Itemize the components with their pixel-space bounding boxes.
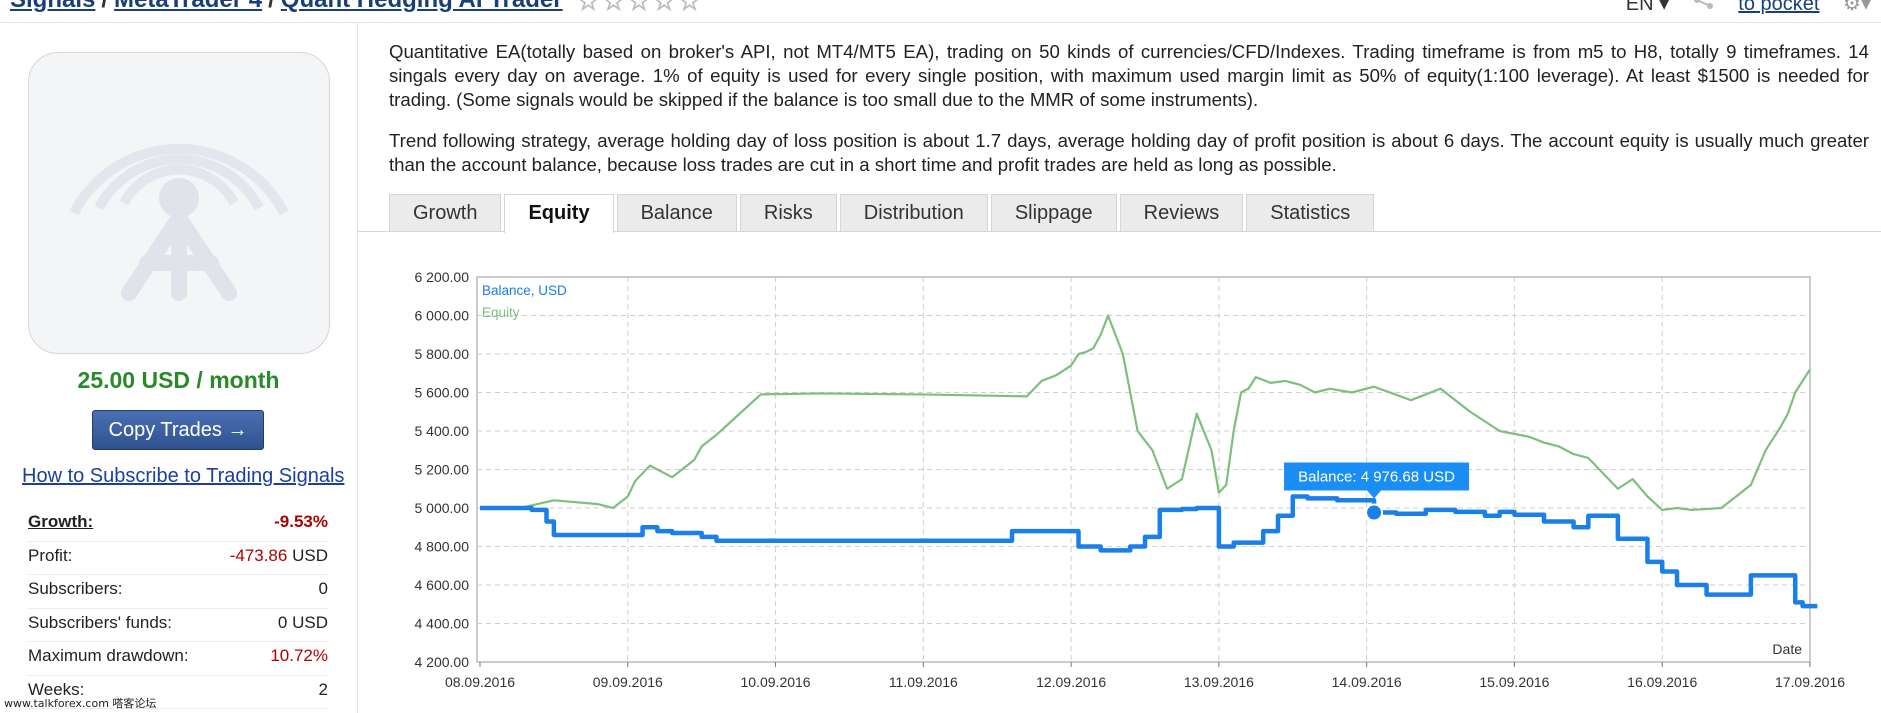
y-tick-label: 5 000.00 [415, 500, 470, 516]
y-tick-label: 5 600.00 [415, 385, 470, 401]
signal-description: Quantitative EA(totally based on broker'… [389, 40, 1869, 194]
stat-value: 0 USD [277, 612, 328, 632]
tooltip-text: Balance: 4 976.68 USD [1298, 468, 1455, 485]
stat-value: -9.53% [274, 512, 328, 531]
stat-label: Subscribers' funds: [28, 612, 173, 632]
x-tick-label: 11.09.2016 [889, 674, 958, 690]
y-tick-label: 5 800.00 [415, 346, 470, 362]
breadcrumb-signals-link[interactable]: Signals [10, 0, 95, 13]
breadcrumb: Signals / MetaTrader 4 / Quant Hedging AI Tr… [10, 0, 703, 17]
stat-value: 10.72% [270, 646, 328, 665]
tooltip-point-marker [1365, 503, 1384, 522]
x-tick-label: 13.09.2016 [1184, 674, 1254, 690]
description-paragraph: Trend following strategy, average holdin… [389, 130, 1869, 175]
breadcrumb-separator: / [268, 0, 275, 13]
top-toolbar: EN ▾ to pocket ⚙▾ [1608, 0, 1871, 16]
breadcrumb-signal-name-link[interactable]: Quant Hedging AI Trader [281, 0, 563, 13]
share-icon[interactable] [1693, 0, 1721, 15]
tab-bar: Growth Equity Balance Risks Distribution… [389, 194, 1377, 233]
signal-tower-icon [69, 143, 289, 301]
stat-label[interactable]: Growth: [28, 508, 93, 541]
tab-slippage[interactable]: Slippage [990, 194, 1117, 231]
stat-value: -473.86 [229, 545, 288, 565]
signal-avatar [28, 52, 330, 354]
stat-value-group: -473.86 USD [230, 542, 328, 575]
y-tick-label: 4 400.00 [415, 616, 470, 632]
to-pocket-link[interactable]: to pocket [1738, 0, 1819, 15]
y-tick-label: 5 400.00 [415, 423, 470, 439]
legend-entry: Balance, USD [482, 283, 567, 298]
description-paragraph: Quantitative EA(totally based on broker'… [389, 41, 1869, 110]
breadcrumb-separator: / [101, 0, 108, 13]
x-tick-label: 10.09.2016 [741, 674, 811, 690]
stat-label: Maximum drawdown: [28, 646, 189, 665]
x-tick-label: 14.09.2016 [1332, 674, 1402, 690]
rating-stars[interactable]: ☆☆☆☆☆ [577, 0, 704, 17]
tab-distribution[interactable]: Distribution [839, 194, 988, 231]
x-tick-label: 12.09.2016 [1036, 674, 1106, 690]
y-tick-label: 4 200.00 [415, 654, 470, 670]
breadcrumb-metatrader-link[interactable]: MetaTrader 4 [114, 0, 262, 13]
x-tick-label: 17.09.2016 [1775, 674, 1845, 690]
stat-value: 2 [318, 679, 328, 699]
stat-unit: USD [292, 545, 328, 565]
legend-entry: Equity [482, 305, 520, 320]
x-axis-label: Date [1772, 641, 1802, 657]
signal-stats: Growth: -9.53% Profit: -473.86 USD Subsc… [28, 508, 328, 709]
equity-chart[interactable]: 4 200.00 4 400.00 4 600.00 4 800.00 5 000.00… [380, 255, 1880, 695]
watermark-text: www.talkforex.com 嗒客论坛 [4, 697, 157, 710]
stat-label: Profit: [28, 545, 73, 565]
language-selector[interactable]: EN ▾ [1626, 0, 1669, 15]
stat-profit: Profit: -473.86 USD [28, 542, 328, 575]
x-tick-label: 09.09.2016 [593, 674, 663, 690]
subscription-price: 25.00 USD / month [77, 367, 280, 393]
stat-subscribers: Subscribers: 0 [28, 575, 328, 609]
y-tick-label: 6 000.00 [415, 308, 470, 324]
tab-risks[interactable]: Risks [739, 194, 837, 231]
how-to-subscribe-link[interactable]: How to Subscribe to Trading Signals [22, 465, 344, 488]
stat-value: 0 [318, 579, 328, 598]
x-tick-label: 15.09.2016 [1479, 674, 1549, 690]
tab-equity[interactable]: Equity [504, 194, 614, 233]
header-divider [0, 22, 1881, 23]
stat-subscribers-funds: Subscribers' funds: 0 USD [28, 609, 328, 642]
y-tick-label: 4 600.00 [415, 577, 470, 593]
y-tick-label: 6 200.00 [415, 269, 470, 285]
tab-statistics[interactable]: Statistics [1246, 194, 1375, 231]
tab-reviews[interactable]: Reviews [1119, 194, 1244, 231]
x-tick-label: 08.09.2016 [445, 674, 515, 690]
stat-growth: Growth: -9.53% [28, 508, 328, 542]
x-tick-label: 16.09.2016 [1627, 674, 1697, 690]
stat-max-drawdown: Maximum drawdown: 10.72% [28, 642, 328, 676]
y-tick-label: 5 200.00 [415, 462, 470, 478]
tab-balance[interactable]: Balance [616, 194, 737, 231]
copy-trades-button[interactable]: Copy Trades → [92, 410, 264, 450]
tab-growth[interactable]: Growth [389, 194, 502, 231]
gear-icon[interactable]: ⚙▾ [1843, 0, 1871, 15]
stat-label: Subscribers: [28, 579, 123, 598]
sidebar-divider [357, 22, 358, 713]
y-tick-label: 4 800.00 [415, 539, 470, 555]
